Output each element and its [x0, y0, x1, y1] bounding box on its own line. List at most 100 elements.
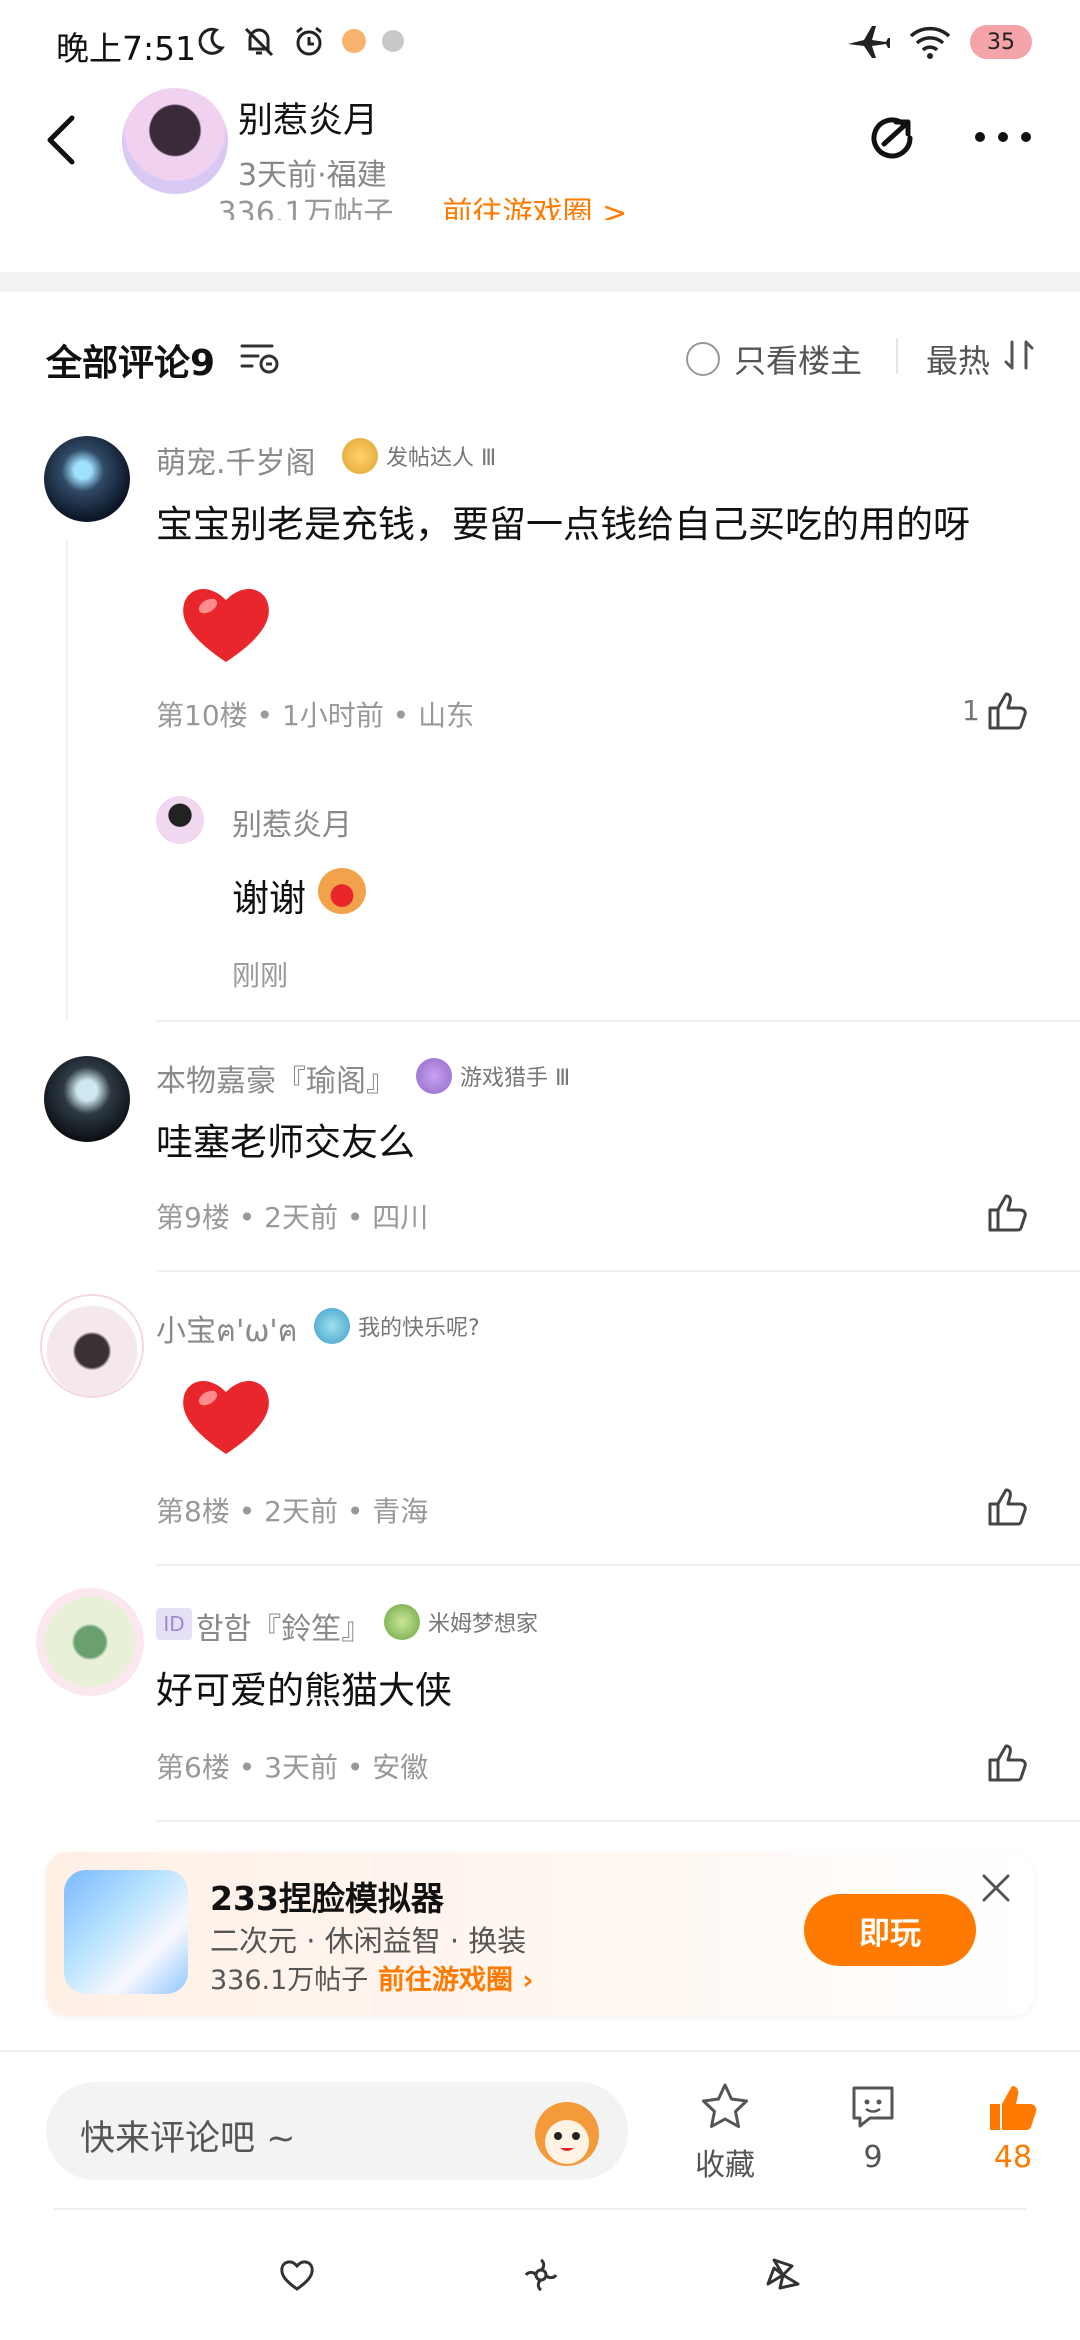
comment-input[interactable]: 快来评论吧 ~: [46, 2082, 628, 2180]
reply-avatar[interactable]: [156, 796, 204, 844]
thumbs-up-filled-icon: [990, 2086, 1037, 2130]
wifi-icon: [909, 26, 951, 59]
game-circle-link[interactable]: 前往游戏圈 ›: [378, 1958, 534, 1997]
badge-label: 我的快乐呢?: [358, 1316, 480, 1341]
residual-posts: 336.1万帖子: [217, 196, 394, 220]
game-app-icon[interactable]: [64, 1870, 188, 1994]
app-notification-icon: [342, 29, 366, 53]
puppy-sticker-icon: [318, 868, 366, 914]
thumbs-up-icon[interactable]: [986, 688, 1030, 732]
star-icon: [702, 2083, 748, 2128]
likes-count: 48: [993, 2140, 1033, 2175]
comment-divider: [156, 1270, 1080, 1272]
app-notification-icon-2: [382, 30, 404, 52]
thumbs-up-icon[interactable]: [986, 1740, 1030, 1784]
user-badge: 米姆梦想家: [384, 1604, 538, 1640]
game-posts-count: 336.1万帖子: [210, 1965, 369, 1996]
user-badge: 游戏猎手 Ⅲ: [416, 1058, 570, 1094]
status-time: 晚上7:51: [56, 29, 197, 68]
comments-count: 9: [863, 2140, 883, 2175]
filter-icon[interactable]: [238, 340, 282, 376]
comment-meta: 第10楼 • 1小时前 • 山东: [156, 699, 475, 732]
heart-sticker-icon: [183, 1380, 269, 1454]
like-post-button[interactable]: 48: [968, 2080, 1058, 2175]
status-right: 35: [846, 22, 1032, 62]
reply-username[interactable]: 别惹炎月: [232, 800, 352, 844]
id-tag: ID: [156, 1608, 192, 1640]
status-icons: [196, 24, 404, 58]
only-owner-toggle[interactable]: 只看楼主: [686, 336, 862, 382]
bottom-bar-divider: [0, 2050, 1080, 2052]
badge-icon: [384, 1604, 420, 1640]
comment-input-placeholder: 快来评论吧 ~: [80, 2119, 296, 2159]
collect-button[interactable]: 收藏: [680, 2080, 770, 2184]
comment-meta: 第8楼 • 2天前 • 青海: [156, 1495, 429, 1528]
comment-text: 好可爱的熊猫大侠: [156, 1669, 452, 1712]
thumbs-up-icon[interactable]: [986, 1190, 1030, 1234]
airplane-icon: [848, 26, 890, 58]
comment-divider: [156, 1564, 1080, 1566]
play-now-button[interactable]: 即玩: [804, 1894, 976, 1966]
game-title[interactable]: 233捏脸模拟器: [210, 1872, 444, 1920]
nav-divider: [54, 2208, 1026, 2210]
comment-username[interactable]: 함함『鈴笙』: [196, 1604, 371, 1648]
comment-avatar[interactable]: [40, 1294, 144, 1398]
comment-username[interactable]: 本物嘉豪『瑜阁』: [156, 1056, 396, 1100]
heart-sticker-icon: [183, 588, 269, 662]
flower-nav-icon[interactable]: [522, 2256, 560, 2294]
heart-nav-icon[interactable]: [278, 2256, 316, 2294]
more-options-button[interactable]: [972, 122, 1034, 152]
comments-count-button[interactable]: 9: [828, 2080, 918, 2175]
only-owner-label: 只看楼主: [734, 342, 863, 380]
chevron-right-icon: ›: [522, 1965, 534, 1996]
badge-icon: [342, 438, 378, 474]
moon-icon: [198, 27, 225, 55]
game-tags: 二次元 · 休闲益智 · 换装: [210, 1924, 527, 1958]
badge-label: 发帖达人 Ⅲ: [386, 446, 497, 471]
reply-time: 刚刚: [232, 959, 289, 992]
residual-game-banner: 336.1万帖子 前往游戏圈 >: [48, 188, 748, 220]
comment-avatar[interactable]: [44, 436, 130, 522]
residual-link: 前往游戏圈 >: [442, 196, 628, 220]
comment-username[interactable]: 萌宠.千岁阁: [156, 438, 316, 482]
comments-title: 全部评论9: [46, 343, 216, 384]
user-badge: 发帖达人 Ⅲ: [342, 438, 496, 474]
author-name[interactable]: 别惹炎月: [238, 92, 378, 143]
badge-label: 米姆梦想家: [428, 1612, 539, 1637]
game-promo-banner[interactable]: 233捏脸模拟器 二次元 · 休闲益智 · 换装 336.1万帖子 前往游戏圈 …: [46, 1852, 1034, 2016]
author-avatar[interactable]: [122, 88, 228, 194]
comment-bubble-icon: [852, 2086, 894, 2128]
reply-text: 谢谢: [232, 877, 306, 920]
header-divider: [896, 338, 898, 374]
section-separator: [0, 272, 1080, 292]
comment-text: 哇塞老师交友么: [156, 1121, 415, 1164]
comment-avatar[interactable]: [36, 1588, 144, 1696]
pinwheel-nav-icon[interactable]: [764, 2256, 802, 2294]
emoji-sticker-button[interactable]: [526, 2092, 608, 2170]
comment-divider: [156, 1820, 1080, 1822]
badge-label: 游戏猎手 Ⅲ: [460, 1066, 571, 1091]
alarm-icon: [296, 26, 322, 56]
comment-avatar[interactable]: [44, 1056, 130, 1142]
back-button[interactable]: [42, 112, 82, 168]
only-owner-radio[interactable]: [686, 342, 720, 376]
badge-icon: [314, 1308, 350, 1344]
collect-label: 收藏: [695, 2148, 755, 2183]
comment-text: 宝宝别老是充钱，要留一点钱给自己买吃的用的呀: [156, 503, 970, 546]
like-count: 1: [962, 694, 980, 727]
badge-icon: [416, 1058, 452, 1094]
comment-divider: [156, 1020, 1080, 1022]
comment-username[interactable]: 小宝ฅ'ω'ฅ: [156, 1306, 298, 1355]
close-icon[interactable]: [976, 1868, 1016, 1908]
sort-icon[interactable]: [1002, 338, 1036, 372]
comment-meta: 第6楼 • 3天前 • 安徽: [156, 1751, 429, 1784]
battery-indicator: 35: [970, 25, 1032, 59]
comment-meta: 第9楼 • 2天前 • 四川: [156, 1201, 429, 1234]
user-badge: 我的快乐呢?: [314, 1308, 480, 1344]
game-circle-link-label: 前往游戏圈: [378, 1965, 513, 1996]
thumbs-up-icon[interactable]: [986, 1484, 1030, 1528]
mute-icon: [244, 27, 274, 57]
share-button[interactable]: [862, 108, 922, 168]
sort-button[interactable]: 最热: [926, 336, 990, 382]
reply-thread-line: [66, 540, 68, 1020]
